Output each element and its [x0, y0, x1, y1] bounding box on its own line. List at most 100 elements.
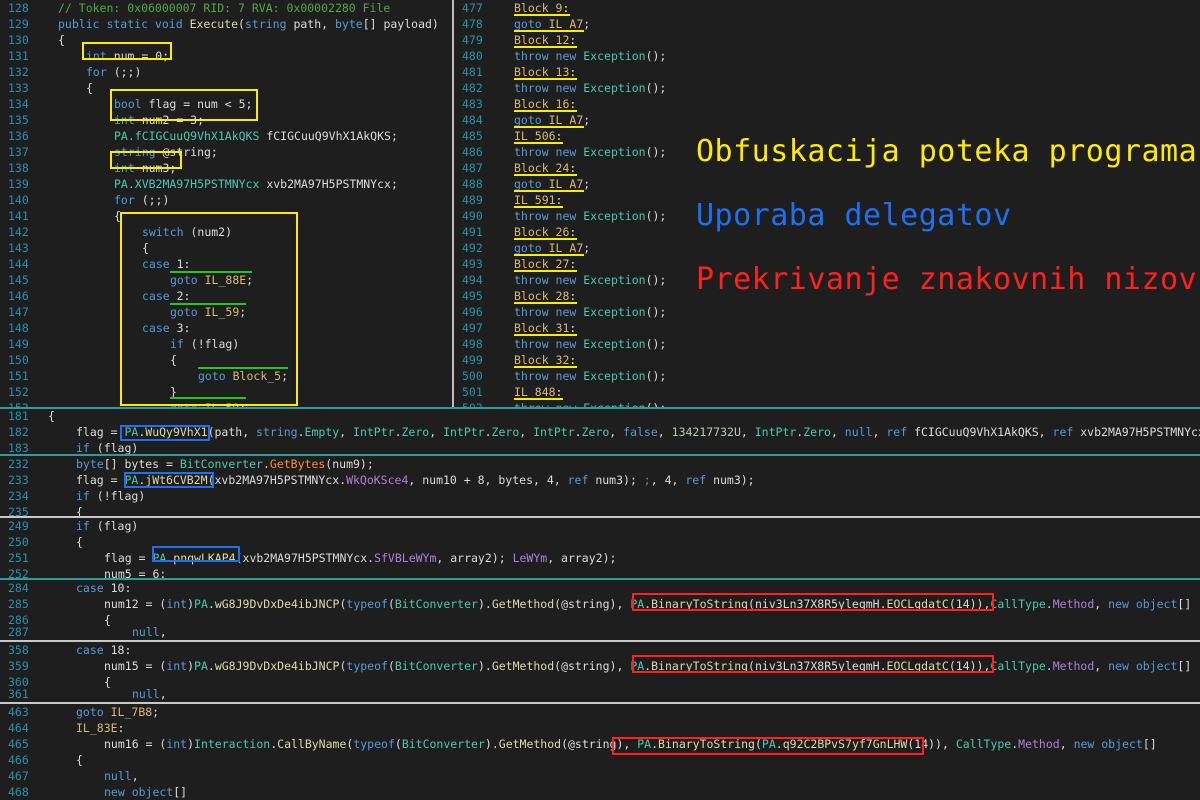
- code-token: ();: [645, 305, 667, 319]
- code-line-233[interactable]: 233 flag = PA.jWt6CVB2M(xvb2MA97H5PSTMNYc…: [0, 472, 1200, 488]
- code-line-143[interactable]: 143 {: [0, 240, 452, 256]
- code-text: flag = PA.jWt6CVB2M(xvb2MA97H5PSTMNYcx.W…: [76, 472, 755, 488]
- code-token: ref: [886, 425, 915, 439]
- code-line-251[interactable]: 251 flag = PA.pnqwLKAP4(xvb2MA97H5PSTMNYc…: [0, 550, 1200, 566]
- code-line-141[interactable]: 141 {: [0, 208, 452, 224]
- snippet-separator: [0, 702, 1200, 704]
- code-line-135[interactable]: 135 int num2 = 3;: [0, 112, 452, 128]
- code-token: IL_7B8: [110, 705, 153, 719]
- code-line-501[interactable]: 501 IL_848:: [454, 384, 1200, 400]
- code-line-150[interactable]: 150 {: [0, 352, 452, 368]
- code-line-138[interactable]: 138 int num3;: [0, 160, 452, 176]
- code-line-498[interactable]: 498 throw new Exception();: [454, 336, 1200, 352]
- code-pane-snippets[interactable]: 181 {182 flag = PA. WuQy9VhX1(path, string.…: [0, 408, 1200, 800]
- code-text: case 3:: [142, 320, 190, 336]
- code-token: IL_83E: [76, 721, 118, 735]
- code-line-148[interactable]: 148 case 3:: [0, 320, 452, 336]
- code-line-144[interactable]: 144 case 1:: [0, 256, 452, 272]
- code-line-131[interactable]: 131 int num = 0;: [0, 48, 452, 64]
- label-underline: [514, 30, 584, 32]
- code-line-500[interactable]: 500 throw new Exception();: [454, 368, 1200, 384]
- code-line-482[interactable]: 482 throw new Exception();: [454, 80, 1200, 96]
- code-line-130[interactable]: 130 {: [0, 32, 452, 48]
- code-pane-execute[interactable]: 128 // Token: 0x06000007 RID: 7 RVA: 0x00…: [0, 0, 452, 408]
- code-token: @string;: [162, 145, 218, 159]
- code-line-232[interactable]: 232 byte[] bytes = BitConverter.GetBytes(…: [0, 456, 1200, 472]
- code-line-465[interactable]: 465 num16 = (int)Interaction.CallByName(t…: [0, 736, 1200, 752]
- code-line-287[interactable]: 287 null,: [0, 624, 1200, 640]
- code-line-359[interactable]: 359 num15 = (int)PA.wG8J9DvDxDe4ibJNCP(ty…: [0, 658, 1200, 674]
- code-line-132[interactable]: 132 for (;;): [0, 64, 452, 80]
- code-token: throw new: [514, 81, 584, 95]
- code-token: ;: [239, 305, 247, 319]
- code-token: for: [86, 65, 114, 79]
- code-line-137[interactable]: 137 string @string;: [0, 144, 452, 160]
- code-line-463[interactable]: 463 goto IL_7B8;: [0, 704, 1200, 720]
- code-line-149[interactable]: 149 if (!flag): [0, 336, 452, 352]
- code-line-140[interactable]: 140 for (;;): [0, 192, 452, 208]
- code-line-139[interactable]: 139 PA.XVB2MA97H5PSTMNYcx xvb2MA97H5PSTMN…: [0, 176, 452, 192]
- code-line-133[interactable]: 133 {: [0, 80, 452, 96]
- code-token: (@string),: [554, 659, 631, 673]
- code-line-284[interactable]: 284 case 10:: [0, 580, 1200, 596]
- code-text: goto Block_5;: [198, 368, 288, 384]
- code-token: , array2);: [436, 551, 513, 565]
- code-token: (flag): [96, 441, 139, 455]
- line-number: 463: [8, 705, 29, 719]
- line-number: 496: [462, 305, 483, 319]
- code-token: IL_59: [204, 305, 240, 319]
- code-token: :: [555, 193, 563, 207]
- code-line-250[interactable]: 250 {: [0, 534, 1200, 550]
- code-line-136[interactable]: 136 PA.fCIGCuuQ9VhX1AkQKS fCIGCuuQ9VhX1Ak…: [0, 128, 452, 144]
- code-line-285[interactable]: 285 num12 = (int)PA.wG8J9DvDxDe4ibJNCP(ty…: [0, 596, 1200, 612]
- code-token: {: [170, 353, 177, 367]
- code-token: byte: [76, 457, 104, 471]
- code-token: Method: [1052, 659, 1095, 673]
- code-line-468[interactable]: 468 new object[]: [0, 784, 1200, 800]
- goto-label-underline: [170, 271, 252, 273]
- code-token: ).: [484, 737, 499, 751]
- code-token: ;: [281, 369, 289, 383]
- code-line-147[interactable]: 147 goto IL_59;: [0, 304, 452, 320]
- code-token: BitConverter: [394, 659, 478, 673]
- code-line-146[interactable]: 146 case 2:: [0, 288, 452, 304]
- code-line-128[interactable]: 128 // Token: 0x06000007 RID: 7 RVA: 0x00…: [0, 0, 452, 16]
- snippet-separator: [0, 578, 1200, 580]
- code-token: (: [754, 737, 762, 751]
- code-line-464[interactable]: 464 IL_83E:: [0, 720, 1200, 736]
- code-token: ,: [339, 425, 354, 439]
- line-number: 234: [8, 489, 29, 503]
- code-line-151[interactable]: 151 goto Block_5;: [0, 368, 452, 384]
- code-line-181[interactable]: 181 {: [0, 408, 1200, 424]
- line-number: 129: [8, 17, 29, 31]
- code-token: ): [187, 659, 195, 673]
- code-line-145[interactable]: 145 goto IL_88E;: [0, 272, 452, 288]
- code-text: case 10:: [76, 580, 131, 596]
- code-line-358[interactable]: 358 case 18:: [0, 642, 1200, 658]
- line-number: 358: [8, 643, 29, 657]
- code-line-134[interactable]: 134 bool flag = num < 5;: [0, 96, 452, 112]
- code-token: PA: [124, 473, 139, 487]
- code-token: num2 = 3;: [141, 113, 205, 127]
- code-line-466[interactable]: 466 {: [0, 752, 1200, 768]
- code-token: case: [142, 289, 177, 303]
- code-token: (: [394, 737, 402, 751]
- code-token: ();: [645, 337, 667, 351]
- code-line-467[interactable]: 467 null,: [0, 768, 1200, 784]
- code-line-249[interactable]: 249 if (flag): [0, 518, 1200, 534]
- code-text: goto IL_88E;: [170, 272, 253, 288]
- code-line-182[interactable]: 182 flag = PA.WuQy9VhX1(path, string.Empt…: [0, 424, 1200, 440]
- code-line-480[interactable]: 480 throw new Exception();: [454, 48, 1200, 64]
- code-token: xvb2MA97H5PSTMNYcx);: [1080, 425, 1200, 439]
- code-line-361[interactable]: 361 null,: [0, 686, 1200, 702]
- code-line-142[interactable]: 142 switch (num2): [0, 224, 452, 240]
- code-line-234[interactable]: 234 if (!flag): [0, 488, 1200, 504]
- line-number: 479: [462, 33, 483, 47]
- code-line-496[interactable]: 496 throw new Exception();: [454, 304, 1200, 320]
- code-token: {: [76, 753, 83, 767]
- line-number: 148: [8, 321, 29, 335]
- code-text: for (;;): [114, 192, 169, 208]
- code-token: goto: [514, 17, 549, 31]
- code-token: ,: [740, 425, 755, 439]
- code-line-129[interactable]: 129 public static void Execute(string pat…: [0, 16, 452, 32]
